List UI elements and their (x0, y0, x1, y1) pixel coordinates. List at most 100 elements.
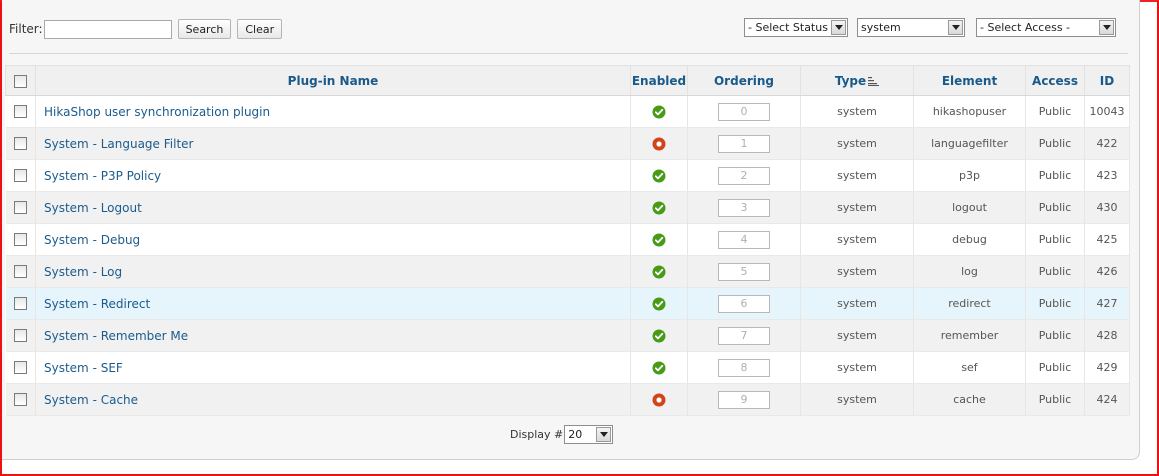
row-checkbox[interactable] (13, 361, 27, 375)
plugin-name-link[interactable]: System - Language Filter (44, 137, 193, 151)
column-header-element[interactable]: Element (913, 65, 1026, 96)
check-circle-icon[interactable] (652, 233, 666, 247)
clear-button[interactable]: Clear (237, 19, 283, 39)
access-cell[interactable]: Public (1025, 127, 1085, 160)
column-header-ordering[interactable]: Ordering (687, 65, 801, 96)
plugin-name-link[interactable]: System - SEF (44, 361, 123, 375)
ordering-cell (687, 383, 801, 416)
row-select-cell (5, 351, 36, 384)
search-button[interactable]: Search (177, 19, 232, 39)
display-count-value: 20 (568, 427, 583, 441)
column-header-name[interactable]: Plug-in Name (35, 65, 631, 96)
column-header-enabled[interactable]: Enabled (630, 65, 688, 96)
access-cell[interactable]: Public (1025, 159, 1085, 192)
plugin-name-link[interactable]: System - P3P Policy (44, 169, 161, 183)
access-cell[interactable]: Public (1025, 255, 1085, 288)
status-select[interactable]: - Select Status - (744, 18, 848, 37)
access-select[interactable]: - Select Access - (976, 18, 1116, 37)
id-cell: 425 (1084, 223, 1130, 256)
chevron-down-icon[interactable] (831, 20, 846, 35)
access-cell[interactable]: Public (1025, 223, 1085, 256)
plugin-name-link[interactable]: System - Cache (44, 393, 138, 407)
ordering-input[interactable] (718, 198, 770, 217)
row-select-cell (5, 383, 36, 416)
ordering-input[interactable] (718, 134, 770, 153)
filter-input[interactable] (43, 19, 172, 39)
select-all-checkbox[interactable] (14, 74, 27, 88)
enabled-cell (630, 319, 688, 352)
table-row[interactable]: System - Debug systemdebugPublic425 (5, 223, 1130, 256)
ordering-input[interactable] (718, 390, 770, 409)
check-circle-icon[interactable] (652, 297, 666, 311)
ordering-input[interactable] (718, 230, 770, 249)
plugin-name-link[interactable]: HikaShop user synchronization plugin (44, 105, 270, 119)
unpublished-circle-icon[interactable] (652, 393, 666, 407)
table-row[interactable]: System - Cache systemcachePublic424 (5, 383, 1130, 416)
row-select-cell (5, 255, 36, 288)
access-cell[interactable]: Public (1025, 287, 1085, 320)
row-select-cell (5, 127, 36, 160)
ordering-input[interactable] (718, 326, 770, 345)
table-row[interactable]: System - Log systemlogPublic426 (5, 255, 1130, 288)
check-circle-icon[interactable] (652, 265, 666, 279)
unpublished-circle-icon[interactable] (652, 137, 666, 151)
column-header-id[interactable]: ID (1084, 65, 1130, 96)
row-checkbox[interactable] (13, 201, 27, 215)
plugin-name-link[interactable]: System - Redirect (44, 297, 150, 311)
table-row[interactable]: HikaShop user synchronization plugin syst… (5, 95, 1130, 128)
check-circle-icon[interactable] (652, 169, 666, 183)
access-cell[interactable]: Public (1025, 95, 1085, 128)
id-cell: 428 (1084, 319, 1130, 352)
display-count-select[interactable]: 20 (564, 424, 614, 444)
plugin-name-cell: System - Cache (35, 383, 631, 416)
check-circle-icon[interactable] (652, 361, 666, 375)
row-checkbox[interactable] (13, 329, 27, 343)
column-header-access[interactable]: Access (1025, 65, 1085, 96)
plugin-name-cell: System - P3P Policy (35, 159, 631, 192)
check-circle-icon[interactable] (652, 105, 666, 119)
display-label: Display # (510, 427, 564, 441)
table-row[interactable]: System - Language Filter systemlanguagefi… (5, 127, 1130, 160)
column-header-type[interactable]: Type (800, 65, 914, 96)
ordering-input[interactable] (718, 166, 770, 185)
plugin-name-link[interactable]: System - Remember Me (44, 329, 188, 343)
access-cell[interactable]: Public (1025, 191, 1085, 224)
access-cell[interactable]: Public (1025, 383, 1085, 416)
check-circle-icon[interactable] (652, 201, 666, 215)
plugin-name-link[interactable]: System - Debug (44, 233, 140, 247)
table-row[interactable]: System - Remember Me systemrememberPublic… (5, 319, 1130, 352)
ordering-cell (687, 159, 801, 192)
plugin-name-cell: System - SEF (35, 351, 631, 384)
enabled-cell (630, 127, 688, 160)
table-row[interactable]: System - Redirect systemredirectPublic427 (5, 287, 1130, 320)
check-circle-icon[interactable] (652, 329, 666, 343)
row-checkbox[interactable] (13, 393, 27, 407)
ordering-input[interactable] (718, 294, 770, 313)
chevron-down-icon[interactable] (596, 426, 612, 442)
ordering-input[interactable] (718, 358, 770, 377)
plugin-name-link[interactable]: System - Log (44, 265, 122, 279)
id-cell: 424 (1084, 383, 1130, 416)
row-checkbox[interactable] (13, 233, 27, 247)
ordering-input[interactable] (718, 102, 770, 121)
ordering-input[interactable] (718, 262, 770, 281)
row-checkbox[interactable] (13, 169, 27, 183)
chevron-down-icon[interactable] (1099, 20, 1114, 35)
type-cell: system (800, 287, 914, 320)
type-select[interactable]: system (857, 18, 965, 37)
access-cell[interactable]: Public (1025, 319, 1085, 352)
row-checkbox[interactable] (13, 265, 27, 279)
table-row[interactable]: System - SEF systemsefPublic429 (5, 351, 1130, 384)
type-cell: system (800, 159, 914, 192)
access-cell[interactable]: Public (1025, 351, 1085, 384)
row-checkbox[interactable] (13, 105, 27, 119)
chevron-down-icon[interactable] (948, 20, 963, 35)
row-checkbox[interactable] (13, 137, 27, 151)
ordering-cell (687, 319, 801, 352)
type-cell: system (800, 95, 914, 128)
divider (9, 53, 1128, 54)
row-checkbox[interactable] (13, 297, 27, 311)
table-row[interactable]: System - Logout systemlogoutPublic430 (5, 191, 1130, 224)
plugin-name-link[interactable]: System - Logout (44, 201, 142, 215)
table-row[interactable]: System - P3P Policy systemp3pPublic423 (5, 159, 1130, 192)
